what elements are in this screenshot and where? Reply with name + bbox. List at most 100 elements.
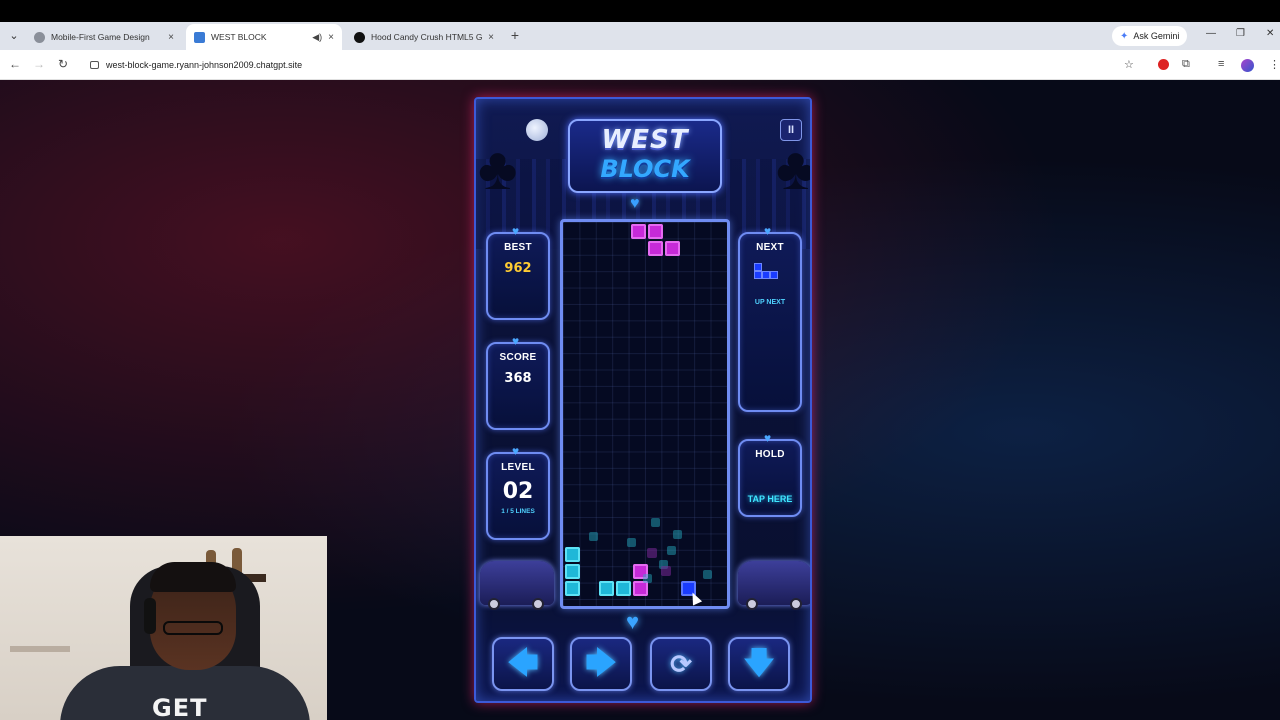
lines-progress: 1 / 5 LINES [501, 508, 535, 515]
media-icon[interactable]: ≡ [1218, 58, 1224, 70]
new-tab-button[interactable]: + [508, 27, 522, 43]
arrow-left-icon: 🡄 [507, 647, 539, 680]
particle [643, 574, 652, 583]
particle [589, 532, 598, 541]
level-label: LEVEL [501, 462, 535, 473]
next-panel: ♥ NEXT UP NEXT [738, 224, 802, 412]
wheel [488, 598, 500, 610]
tap-here-button[interactable]: TAP HERE [740, 494, 800, 504]
playfield[interactable] [560, 219, 730, 609]
tab-search-icon[interactable]: ⌄ [6, 28, 22, 44]
game-frame: ♣ ♣ WEST BLOCK ♥ II ♥ BEST 962 ♥ SCORE 3… [474, 97, 812, 703]
next-piece-block [754, 263, 762, 271]
best-panel: ♥ BEST 962 [486, 224, 550, 320]
person-hair [150, 562, 236, 592]
forward-icon[interactable]: → [31, 57, 47, 71]
particle [673, 530, 682, 539]
drop-button[interactable]: 🡇 [728, 637, 790, 691]
address-bar: ← → ↻ west-block-game.ryann-johnson2009.… [0, 50, 1280, 80]
up-next-caption: UP NEXT [754, 299, 786, 306]
particle [703, 570, 712, 579]
extension-icon[interactable] [1158, 59, 1169, 70]
webcam-overlay: GET [0, 536, 327, 720]
glasses [163, 621, 223, 635]
profile-icon[interactable] [1241, 59, 1254, 72]
tab-strip: ⌄ Mobile-First Game Design × WEST BLOCK … [0, 22, 1280, 50]
stack-block [565, 581, 580, 596]
menu-icon[interactable]: ⋮ [1269, 58, 1280, 71]
score-value: 368 [504, 371, 532, 386]
palm-tree-left: ♣ [478, 135, 518, 202]
stack-block [616, 581, 631, 596]
shelf [10, 646, 70, 652]
particle [667, 546, 676, 555]
headset [144, 598, 156, 634]
score-label: SCORE [499, 352, 537, 363]
stack-block [565, 564, 580, 579]
next-piece-block [762, 271, 770, 279]
heart-icon: ♥ [626, 609, 640, 634]
url-field[interactable]: west-block-game.ryann-johnson2009.chatgp… [84, 54, 1144, 76]
site-info-icon[interactable] [90, 61, 99, 69]
chatgpt-icon [354, 31, 365, 43]
next-label: NEXT [756, 242, 784, 253]
hold-panel[interactable]: ♥ HOLD TAP HERE [738, 431, 802, 517]
tab-title: Mobile-First Game Design [51, 32, 150, 42]
rotate-icon: ⟳ [670, 649, 692, 679]
moon [526, 119, 548, 141]
tab-title: Hood Candy Crush HTML5 Gar [371, 32, 483, 42]
close-tab-icon[interactable]: × [488, 32, 494, 43]
gemini-sparkle-icon: ✦ [1120, 30, 1129, 42]
ask-gemini-button[interactable]: ✦ Ask Gemini [1112, 26, 1188, 46]
restore-icon[interactable]: ❐ [1236, 28, 1245, 39]
level-panel: ♥ LEVEL 02 1 / 5 LINES [486, 444, 550, 540]
rotate-button[interactable]: ⟳ [650, 637, 712, 691]
falling-block [648, 224, 663, 239]
particle [651, 518, 660, 527]
next-piece-preview [740, 253, 800, 295]
tab-west-block[interactable]: WEST BLOCK ◀) × [186, 24, 342, 50]
reload-icon[interactable]: ↻ [55, 57, 71, 71]
close-tab-icon[interactable]: × [168, 32, 174, 43]
tab-hood-candy-crush[interactable]: Hood Candy Crush HTML5 Gar × [346, 24, 502, 50]
falling-block [631, 224, 646, 239]
wheel [532, 598, 544, 610]
heart-icon: ♥ [630, 195, 640, 212]
globe-icon [34, 31, 45, 43]
particle [627, 538, 636, 547]
best-value: 962 [504, 261, 532, 276]
best-label: BEST [504, 242, 532, 253]
shirt-text: GET [152, 694, 208, 720]
logo-west-text: WEST [601, 125, 689, 155]
heart-icon: ♥ [512, 444, 520, 458]
next-piece-block [770, 271, 778, 279]
wheel [790, 598, 802, 610]
tab-mobile-first-game-design[interactable]: Mobile-First Game Design × [26, 24, 182, 50]
close-tab-icon[interactable]: × [328, 32, 334, 43]
heart-icon: ♥ [764, 431, 772, 445]
heart-icon: ♥ [512, 224, 520, 238]
speaker-icon[interactable]: ◀) [312, 32, 322, 43]
lowrider-left [480, 561, 554, 610]
lowrider-right [738, 561, 810, 610]
move-right-button[interactable]: 🡆 [570, 637, 632, 691]
level-value: 02 [502, 479, 534, 504]
falling-block [665, 241, 680, 256]
falling-block [648, 241, 663, 256]
star-icon[interactable]: ☆ [1124, 58, 1134, 71]
tab-title: WEST BLOCK [211, 32, 267, 42]
wheel [746, 598, 758, 610]
close-window-icon[interactable]: ✕ [1266, 28, 1274, 39]
url-text: west-block-game.ryann-johnson2009.chatgp… [106, 60, 303, 70]
pause-button[interactable]: II [780, 119, 802, 141]
arrow-right-icon: 🡆 [585, 647, 617, 680]
palm-tree-right: ♣ [776, 135, 812, 202]
back-icon[interactable]: ← [7, 57, 23, 71]
stack-block [599, 581, 614, 596]
particle [661, 566, 671, 576]
puzzle-extensions-icon[interactable]: ⧉ [1182, 58, 1190, 71]
window-top-edge [0, 0, 1280, 22]
minimize-icon[interactable]: — [1206, 28, 1216, 39]
stack-block [633, 581, 648, 596]
move-left-button[interactable]: 🡄 [492, 637, 554, 691]
